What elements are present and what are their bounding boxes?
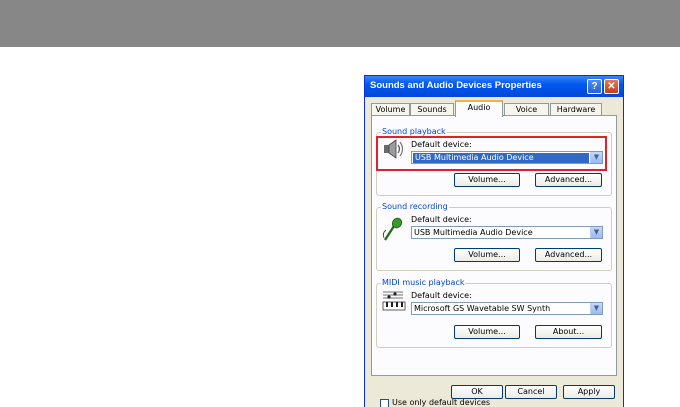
tab-audio[interactable]: Audio (455, 100, 503, 117)
title-bar[interactable]: Sounds and Audio Devices Properties ? ✕ (365, 76, 623, 97)
midi-about-button[interactable]: About... (535, 325, 602, 339)
sound-recording-label: Sound recording (381, 202, 449, 211)
sound-playback-label: Sound playback (381, 127, 447, 136)
close-button[interactable]: ✕ (604, 79, 619, 94)
use-only-default-label: Use only default devices (392, 398, 491, 407)
recording-default-device-label: Default device: (411, 215, 472, 224)
midi-default-device-label: Default device: (411, 291, 472, 300)
recording-volume-button[interactable]: Volume... (454, 248, 520, 262)
microphone-icon (382, 217, 403, 241)
playback-advanced-button[interactable]: Advanced... (535, 173, 602, 187)
midi-playback-label: MIDI music playback (381, 278, 466, 287)
playback-volume-button[interactable]: Volume... (454, 173, 520, 187)
top-banner (0, 0, 680, 47)
sounds-audio-properties-dialog: Sounds and Audio Devices Properties ? ✕ … (364, 75, 624, 407)
ok-button[interactable]: OK (451, 385, 503, 399)
chevron-down-icon[interactable]: ▼ (590, 227, 602, 238)
midi-volume-button[interactable]: Volume... (454, 325, 520, 339)
dialog-title: Sounds and Audio Devices Properties (370, 80, 542, 91)
cancel-button[interactable]: Cancel (505, 385, 557, 399)
recording-advanced-button[interactable]: Advanced... (535, 248, 602, 262)
sound-recording-group: Sound recording Default device: USB Mult… (376, 202, 612, 271)
recording-device-select[interactable]: USB Multimedia Audio Device ▼ (411, 226, 603, 239)
midi-keyboard-icon (382, 291, 406, 311)
midi-device-value: Microsoft GS Wavetable SW Synth (414, 304, 551, 313)
help-button[interactable]: ? (587, 79, 602, 94)
midi-device-select[interactable]: Microsoft GS Wavetable SW Synth ▼ (411, 302, 603, 315)
playback-highlight-box (376, 136, 607, 171)
use-only-default-checkbox[interactable] (380, 399, 389, 407)
apply-button[interactable]: Apply (563, 385, 615, 399)
midi-playback-group: MIDI music playback Default device: Micr… (376, 278, 612, 348)
chevron-down-icon[interactable]: ▼ (590, 303, 602, 314)
recording-device-value: USB Multimedia Audio Device (414, 228, 533, 237)
